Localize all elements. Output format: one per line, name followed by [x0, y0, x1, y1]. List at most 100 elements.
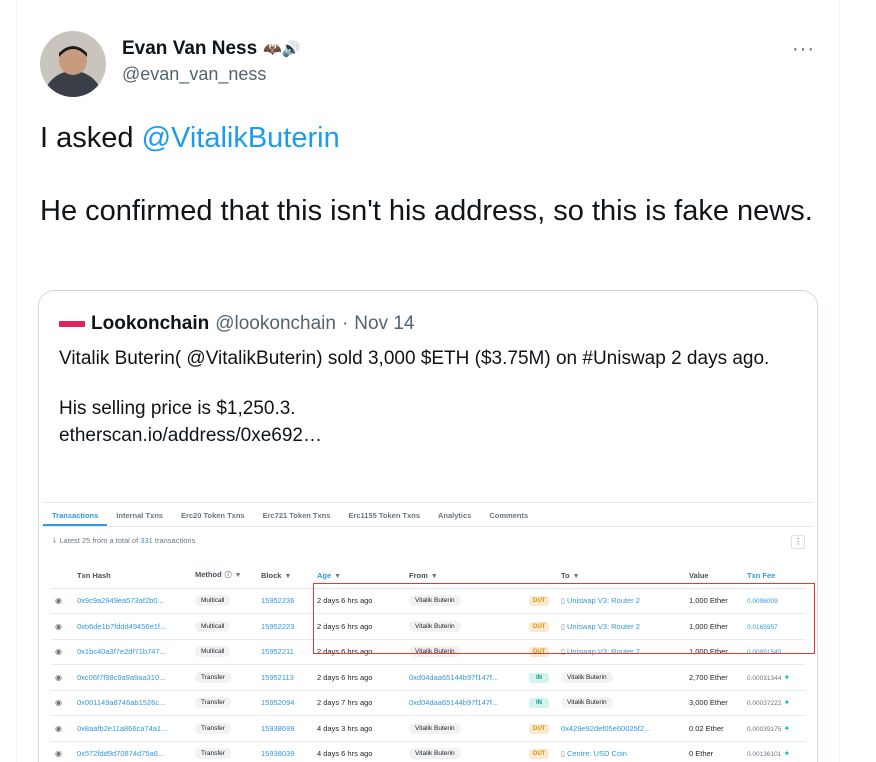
table-row: ◉ 0x572fdd9d70874d75a6... Transfer 15938039…	[51, 741, 805, 762]
to-address[interactable]: Vitalik Buterin	[561, 697, 613, 709]
tab-erc20[interactable]: Erc20 Token Txns	[172, 503, 254, 526]
contract-icon: ▯	[561, 751, 565, 759]
eye-icon[interactable]: ◉	[55, 673, 62, 682]
tab-erc721[interactable]: Erc721 Token Txns	[254, 503, 340, 526]
direction-badge: OUT	[529, 647, 549, 658]
from-address[interactable]: 0xd04daa65144b97f147f...	[409, 673, 498, 682]
quote-text: Vitalik Buterin( @VitalikButerin) sold 3…	[59, 345, 799, 449]
method-badge: Transfer	[195, 671, 231, 683]
gas-icon: ✦	[783, 698, 791, 708]
quote-author-handle: @lookonchain	[215, 313, 336, 334]
quote-author-name: Lookonchain	[91, 313, 210, 334]
gas-icon: ✦	[783, 723, 791, 733]
txn-hash[interactable]: 0x9c9a2949ea573af2b0...	[77, 596, 164, 605]
tab-analytics[interactable]: Analytics	[429, 503, 480, 526]
txn-value: 0.02 Ether	[689, 723, 724, 733]
gas-icon: ✦	[783, 672, 791, 682]
more-options-icon[interactable]: ···	[792, 38, 815, 61]
txn-hash[interactable]: 0x001149a8746ab1526c...	[77, 698, 165, 707]
info-icon: ⓘ	[224, 572, 232, 580]
txn-fee: 0.00031344	[747, 674, 782, 682]
from-address[interactable]: Vitalik Buterin	[409, 620, 461, 632]
txn-age: 2 days 6 hrs ago	[317, 672, 373, 682]
avatar[interactable]	[40, 31, 106, 97]
col-value: Value	[685, 563, 743, 589]
block-number[interactable]: 15952223	[261, 622, 294, 631]
quoted-tweet[interactable]: Lookonchain @lookonchain · Nov 14 Vitali…	[38, 290, 818, 762]
filter-icon: ▼	[430, 572, 438, 580]
to-address[interactable]: Centre: USD Coin	[567, 749, 627, 758]
from-address[interactable]: 0xd04daa65144b97f147f...	[409, 698, 498, 707]
to-address[interactable]: Uniswap V3: Router 2	[567, 647, 640, 656]
eye-icon[interactable]: ◉	[55, 698, 62, 707]
col-txn-fee[interactable]: Txn Fee	[743, 563, 805, 589]
txn-age: 2 days 6 hrs ago	[317, 647, 373, 657]
method-badge: Multicall	[195, 595, 231, 607]
table-row: ◉ 0xb6de1b7fddd49456e1f... Multicall 159522…	[51, 613, 805, 640]
tweet-author: Evan Van Ness 🦇🔊 @evan_van_ness	[122, 38, 301, 85]
method-badge: Multicall	[195, 620, 231, 632]
col-age[interactable]: Age ▼	[313, 563, 405, 589]
block-number[interactable]: 15952211	[261, 647, 294, 656]
mention-link[interactable]: @VitalikButerin	[142, 122, 340, 154]
direction-badge: IN	[529, 698, 549, 709]
eye-icon[interactable]: ◉	[55, 622, 62, 631]
txn-fee: 0.0165957	[747, 623, 778, 631]
eye-icon[interactable]: ◉	[55, 749, 62, 758]
to-address[interactable]: Uniswap V3: Router 2	[567, 596, 640, 605]
table-row: ◉ 0x9c9a2949ea573af2b0... Multicall 1595223…	[51, 588, 805, 614]
txn-fee: 0.00037222	[747, 700, 782, 708]
txn-value: 0 Ether	[689, 749, 714, 759]
txn-value: 2,700 Ether	[689, 672, 728, 682]
eye-icon[interactable]: ◉	[55, 724, 62, 733]
block-number[interactable]: 15938699	[261, 724, 294, 733]
from-address[interactable]: Vitalik Buterin	[409, 646, 461, 658]
filter-icon: ▼	[334, 572, 342, 580]
txn-value: 1,000 Ether	[689, 621, 728, 631]
tab-comments[interactable]: Comments	[480, 503, 537, 526]
eye-icon[interactable]: ◉	[55, 596, 62, 605]
eye-icon[interactable]: ◉	[55, 647, 62, 656]
txn-fee: 0.00951545	[747, 649, 782, 657]
tab-transactions[interactable]: Transactions	[43, 503, 108, 526]
txn-fee: 0.00039175	[747, 725, 782, 733]
col-method: Method ⓘ ▼	[191, 563, 257, 589]
from-address[interactable]: Vitalik Buterin	[409, 748, 461, 760]
block-number[interactable]: 15938039	[261, 749, 294, 758]
block-number[interactable]: 15952113	[261, 673, 294, 682]
transactions-table: Txn Hash Method ⓘ ▼ Block ▼ Age ▼ From ▼ To ▼ …	[51, 563, 805, 762]
method-badge: Transfer	[195, 748, 231, 760]
txn-value: 1,000 Ether	[689, 647, 728, 657]
txn-hash[interactable]: 0x1bc40a3f7e2df71b747...	[77, 647, 166, 656]
tab-internal-txns[interactable]: Internal Txns	[107, 503, 172, 526]
txn-hash[interactable]: 0xb6de1b7fddd49456e1f...	[77, 622, 166, 631]
block-number[interactable]: 15952094	[261, 698, 294, 707]
block-number[interactable]: 15952236	[261, 596, 294, 605]
txn-hash[interactable]: 0x572fdd9d70874d75a6...	[77, 749, 164, 758]
author-emoji: 🦇🔊	[263, 41, 301, 58]
author-name[interactable]: Evan Van Ness 🦇🔊	[122, 38, 301, 60]
col-from: From ▼	[405, 563, 525, 589]
contract-icon: ▯	[561, 598, 565, 606]
txn-age: 2 days 6 hrs ago	[317, 621, 373, 631]
contract-icon: ▯	[561, 623, 565, 631]
txn-hash[interactable]: 0xc06f7f98c9a9a9aa310...	[77, 673, 165, 682]
txn-hash[interactable]: 0x8aafb2e11a866ca74a1...	[77, 724, 167, 733]
etherscan-link[interactable]: etherscan.io/address/0xe692…	[59, 422, 799, 449]
tab-erc1155[interactable]: Erc1155 Token Txns	[339, 503, 429, 526]
from-address[interactable]: Vitalik Buterin	[409, 722, 461, 734]
col-block: Block ▼	[257, 563, 313, 589]
to-address[interactable]: Vitalik Buterin	[561, 671, 613, 683]
to-address[interactable]: Uniswap V3: Router 2	[567, 622, 640, 631]
quote-header: Lookonchain @lookonchain · Nov 14	[59, 313, 414, 335]
etherscan-screenshot: Transactions Internal Txns Erc20 Token T…	[43, 502, 813, 762]
kebab-menu-icon[interactable]: ⋮	[791, 535, 805, 549]
tweet-text: I asked @VitalikButerin He confirmed tha…	[40, 120, 820, 230]
table-row: ◉ 0x1bc40a3f7e2df71b747... Multicall 159522…	[51, 639, 805, 665]
lookonchain-logo-icon	[59, 321, 85, 327]
txn-value: 3,000 Ether	[689, 698, 728, 708]
from-address[interactable]: Vitalik Buterin	[409, 595, 461, 607]
author-handle[interactable]: @evan_van_ness	[122, 64, 301, 85]
to-address[interactable]: 0x429e92def05e60025f2...	[561, 724, 650, 733]
col-to: To ▼	[557, 563, 685, 589]
